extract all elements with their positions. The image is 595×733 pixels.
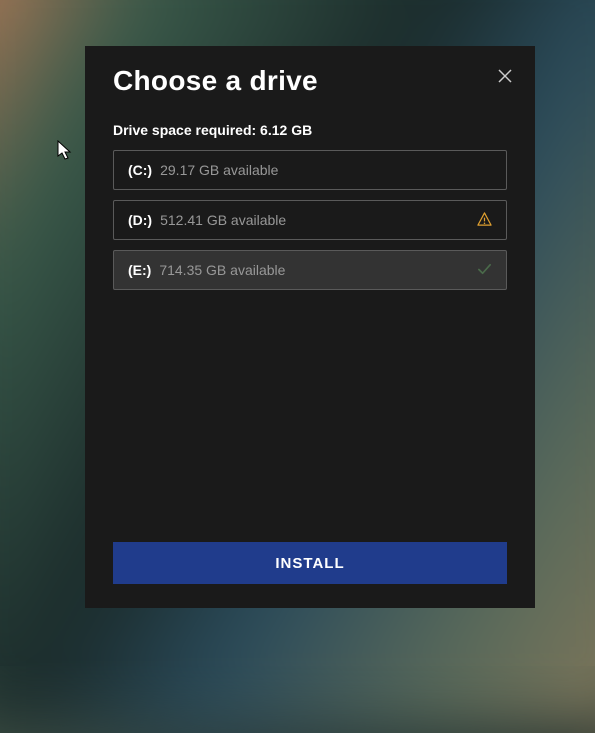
choose-drive-modal: Choose a drive Drive space required: 6.1… <box>85 46 535 608</box>
modal-title: Choose a drive <box>113 64 318 98</box>
drive-available: 29.17 GB available <box>160 162 278 178</box>
space-required-label: Drive space required: 6.12 GB <box>85 122 535 138</box>
drive-letter: (E:) <box>128 262 151 278</box>
drive-list: (C:) 29.17 GB available (D:) 512.41 GB a… <box>85 150 535 290</box>
install-button[interactable]: INSTALL <box>113 542 507 584</box>
drive-available: 512.41 GB available <box>160 212 286 228</box>
modal-header: Choose a drive <box>85 64 535 98</box>
close-icon <box>498 69 512 83</box>
drive-option-d[interactable]: (D:) 512.41 GB available <box>113 200 507 240</box>
drive-letter: (C:) <box>128 162 152 178</box>
drive-option-e[interactable]: (E:) 714.35 GB available <box>113 250 507 290</box>
close-button[interactable] <box>495 66 515 86</box>
check-icon <box>476 262 492 278</box>
drive-available: 714.35 GB available <box>159 262 285 278</box>
drive-option-c[interactable]: (C:) 29.17 GB available <box>113 150 507 190</box>
warning-icon <box>476 212 492 228</box>
drive-letter: (D:) <box>128 212 152 228</box>
